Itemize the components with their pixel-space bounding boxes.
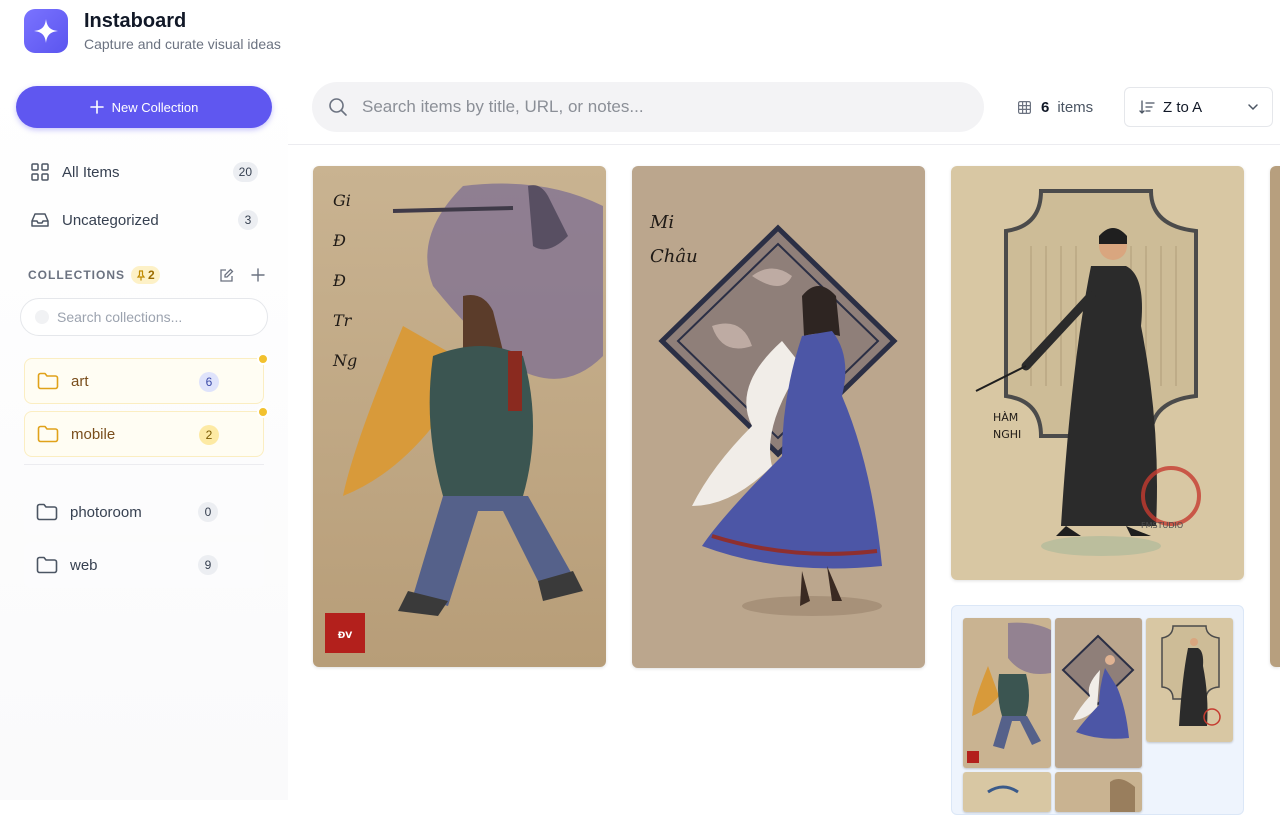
gallery-thumbnail <box>1146 618 1233 742</box>
pin-indicator-icon <box>257 406 269 418</box>
items-grid: Gi Đ Đ Tr Ng ĐV Mi Châu HÀM NGHI FMSTUDI… <box>288 145 1280 815</box>
item-image: Mi Châu <box>632 166 925 668</box>
sidebar-item-label: All Items <box>62 163 120 181</box>
folder-icon <box>37 372 59 390</box>
search-input[interactable] <box>362 97 962 117</box>
item-image: Gi Đ Đ Tr Ng ĐV <box>313 166 606 667</box>
new-collection-button[interactable]: New Collection <box>16 86 272 128</box>
item-count-number: 6 <box>1041 98 1050 116</box>
item-card[interactable]: Gi Đ Đ Tr Ng ĐV <box>313 166 606 667</box>
collections-search-input[interactable] <box>57 309 257 325</box>
collection-name: art <box>71 372 89 390</box>
gallery-thumbnail <box>1055 618 1142 768</box>
folder-icon <box>37 425 59 443</box>
svg-text:Đ: Đ <box>332 231 346 250</box>
collection-name: photoroom <box>70 503 142 521</box>
svg-text:FMSTUDIO: FMSTUDIO <box>1141 521 1183 530</box>
svg-text:Châu: Châu <box>650 246 698 267</box>
collections-title: COLLECTIONS <box>28 268 125 282</box>
sidebar-item-all-items[interactable]: All Items 20 <box>20 154 264 190</box>
pinned-count-badge: 2 <box>131 266 160 284</box>
item-card[interactable]: Mi Châu <box>632 166 925 668</box>
table-icon <box>1018 100 1031 114</box>
sidebar: New Collection All Items 20 Uncategorize… <box>0 70 288 800</box>
collection-item-art[interactable]: art 6 <box>24 353 269 404</box>
item-image <box>1146 618 1233 742</box>
count-badge: 9 <box>198 555 218 575</box>
item-image: HÀM NGHI FMSTUDIO <box>951 166 1244 580</box>
collection-name: web <box>70 556 98 574</box>
collections-header: COLLECTIONS 2 <box>28 264 268 286</box>
count-badge: 2 <box>199 425 219 445</box>
app-title: Instaboard <box>84 10 187 32</box>
item-card[interactable] <box>1270 166 1280 667</box>
folder-icon <box>36 556 58 574</box>
gallery-thumbnail <box>963 618 1051 768</box>
pinned-count: 2 <box>148 268 155 282</box>
item-image <box>1270 166 1280 667</box>
svg-text:Tr: Tr <box>333 311 353 330</box>
collection-item-mobile[interactable]: mobile 2 <box>24 406 269 457</box>
count-badge: 20 <box>232 162 258 182</box>
sidebar-item-uncategorized[interactable]: Uncategorized 3 <box>20 202 264 238</box>
sparkle-icon <box>34 19 58 43</box>
main-search <box>312 82 984 132</box>
sidebar-item-label: Uncategorized <box>62 211 159 229</box>
svg-text:Ng: Ng <box>332 351 357 370</box>
app-logo[interactable] <box>24 9 68 53</box>
edit-icon <box>219 268 233 282</box>
item-image <box>963 772 1051 812</box>
plus-icon <box>251 268 265 282</box>
app-header: Instaboard Capture and curate visual ide… <box>0 0 1280 70</box>
collections-search <box>20 298 268 336</box>
item-count: 6 items <box>1018 96 1093 118</box>
count-badge: 6 <box>199 372 219 392</box>
sort-value: Z to A <box>1163 98 1203 116</box>
svg-text:HÀM: HÀM <box>993 411 1018 424</box>
folder-icon <box>36 503 58 521</box>
inbox-icon <box>31 213 49 227</box>
item-card-gallery[interactable] <box>951 605 1244 815</box>
new-collection-label: New Collection <box>111 99 199 115</box>
edit-collections-button[interactable] <box>217 266 235 284</box>
item-card[interactable]: HÀM NGHI FMSTUDIO <box>951 166 1244 580</box>
count-badge: 0 <box>198 502 218 522</box>
search-icon <box>35 310 49 324</box>
collection-item-photoroom[interactable]: photoroom 0 <box>24 489 264 535</box>
item-image <box>1055 618 1142 768</box>
item-image <box>1055 772 1142 812</box>
collection-name: mobile <box>71 425 116 443</box>
pin-icon <box>136 269 146 280</box>
divider <box>24 464 264 465</box>
count-badge: 3 <box>238 210 258 230</box>
pin-indicator-icon <box>257 353 269 365</box>
svg-text:ĐV: ĐV <box>338 631 353 641</box>
sort-descending-icon <box>1139 100 1155 114</box>
gallery-thumbnail <box>963 772 1051 812</box>
app-subtitle: Capture and curate visual ideas <box>84 36 281 52</box>
item-count-label: items <box>1057 98 1094 116</box>
plus-icon <box>89 100 104 114</box>
sort-select[interactable]: Z to A <box>1124 87 1273 127</box>
item-image <box>963 618 1051 768</box>
grid-icon <box>31 163 49 181</box>
svg-text:NGHI: NGHI <box>993 428 1021 441</box>
svg-text:Mi: Mi <box>649 212 674 233</box>
svg-text:Gi: Gi <box>333 191 351 210</box>
chevron-down-icon <box>1248 104 1258 111</box>
svg-text:Đ: Đ <box>332 271 346 290</box>
add-collection-button[interactable] <box>249 266 267 284</box>
search-icon <box>329 98 347 116</box>
gallery-thumbnail <box>1055 772 1142 812</box>
collection-item-web[interactable]: web 9 <box>24 542 264 588</box>
